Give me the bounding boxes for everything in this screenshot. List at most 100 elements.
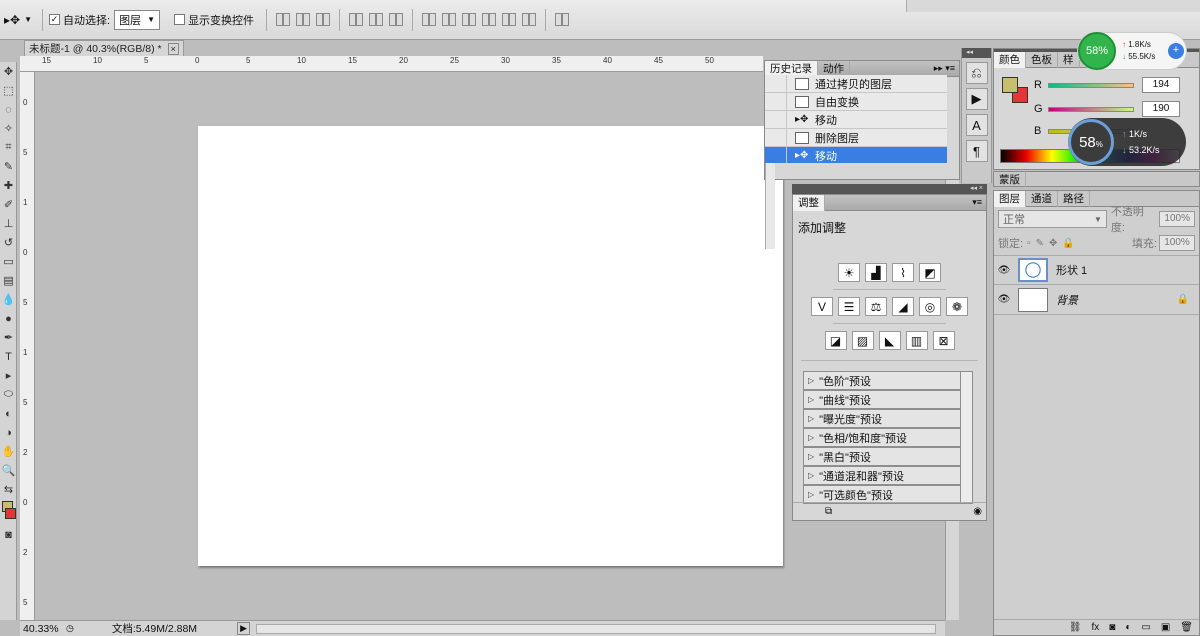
move-tool-icon[interactable]: ▸✥	[4, 13, 20, 27]
expand-triangle-icon[interactable]: ▷	[808, 395, 814, 404]
marquee-tool-icon[interactable]: ⬚	[0, 81, 17, 100]
layer-thumbnail[interactable]	[1018, 258, 1048, 282]
preset-item[interactable]: ▷ "通道混和器"预设	[803, 466, 961, 485]
brush-tool-icon[interactable]: ✐	[0, 195, 17, 214]
distribute-left-icon[interactable]	[482, 13, 497, 26]
collapse-bar[interactable]: ◂◂	[962, 48, 991, 58]
tab-layers[interactable]: 图层	[994, 190, 1026, 207]
fill-input[interactable]: 100%	[1159, 235, 1195, 251]
history-item[interactable]: 删除图层	[765, 128, 947, 147]
distribute-hcenter-icon[interactable]	[502, 13, 517, 26]
network-monitor-small[interactable]: 58% ↑ 1.8K/s ↓ 55.5K/s +	[1077, 32, 1187, 70]
levels-icon[interactable]: ▟	[865, 263, 887, 282]
distribute-bottom-icon[interactable]	[462, 13, 477, 26]
expand-triangle-icon[interactable]: ▷	[808, 433, 814, 442]
tab-color[interactable]: 颜色	[994, 51, 1026, 68]
gradient-map-icon[interactable]: ▥	[905, 331, 928, 350]
brightness-icon[interactable]: ☀	[838, 263, 860, 282]
clip-to-layer-icon[interactable]: ⧉	[825, 506, 832, 517]
channel-mixer-icon[interactable]: ❁	[946, 297, 968, 316]
tab-adjustments[interactable]: 调整	[793, 194, 825, 211]
network-monitor-large[interactable]: 58% ↑ 1K/s ↓ 53.2K/s	[1068, 118, 1186, 166]
g-slider[interactable]	[1048, 106, 1134, 112]
3d-orbit-icon[interactable]: ◑	[0, 423, 17, 442]
snapshot-box[interactable]	[765, 110, 787, 129]
r-value-input[interactable]: 194	[1142, 77, 1180, 93]
tool-preset-dropdown-icon[interactable]: ▼	[24, 15, 32, 24]
tab-channels[interactable]: 通道	[1026, 190, 1058, 207]
align-left-icon[interactable]	[349, 13, 364, 26]
eye-icon[interactable]: 👁	[994, 294, 1014, 305]
info-icon[interactable]: ◷	[66, 623, 74, 634]
expand-triangle-icon[interactable]: ▷	[808, 452, 814, 461]
layer-thumbnail[interactable]	[1018, 287, 1048, 312]
align-bottom-icon[interactable]	[316, 13, 331, 26]
panel-menu-icon[interactable]: ▾≡	[972, 197, 982, 208]
presets-scrollbar[interactable]	[961, 371, 973, 504]
hue-saturation-icon[interactable]: ☰	[838, 297, 860, 316]
lock-pixels-icon[interactable]: ✎	[1036, 238, 1044, 249]
status-menu-arrow-icon[interactable]: ▶	[237, 622, 250, 635]
align-hcenter-icon[interactable]	[369, 13, 384, 26]
history-item[interactable]: 通过拷贝的图层	[765, 75, 947, 93]
layer-row-background[interactable]: 👁 背景 🔒	[994, 285, 1199, 315]
auto-select-dropdown[interactable]: 图层 ▼	[114, 9, 161, 30]
paragraph-panel-button-icon[interactable]: ¶	[965, 140, 988, 162]
new-group-icon[interactable]: ▭	[1141, 622, 1150, 633]
snapshot-box[interactable]	[765, 128, 787, 147]
preset-item[interactable]: ▷ "黑白"预设	[803, 447, 961, 466]
tab-masks[interactable]: 蒙版	[994, 171, 1026, 187]
plus-badge-icon[interactable]: +	[1168, 43, 1184, 59]
history-panel-button-icon[interactable]: ⎌	[965, 62, 988, 84]
dodge-tool-icon[interactable]: ●	[0, 309, 17, 328]
color-balance-icon[interactable]: ⚖	[865, 297, 887, 316]
g-value-input[interactable]: 190	[1142, 101, 1180, 117]
gradient-tool-icon[interactable]: ▤	[0, 271, 17, 290]
expand-triangle-icon[interactable]: ▷	[808, 376, 814, 385]
threshold-icon[interactable]: ◣	[878, 331, 901, 350]
photo-filter-icon[interactable]: ◎	[919, 297, 941, 316]
background-color-swatch[interactable]	[5, 508, 16, 519]
stamp-tool-icon[interactable]: ⊥	[0, 214, 17, 233]
lasso-tool-icon[interactable]: ◌	[0, 100, 17, 119]
zoom-tool-icon[interactable]: 🔍	[0, 461, 17, 480]
zoom-level[interactable]: 40.33%	[20, 623, 60, 635]
shape-tool-icon[interactable]: ⬭	[0, 385, 17, 404]
path-select-icon[interactable]: ▸	[0, 366, 17, 385]
visibility-toggle-icon[interactable]: ◉	[973, 506, 982, 517]
history-scrollbar[interactable]	[765, 163, 775, 249]
quick-mask-icon[interactable]: ◙	[0, 525, 17, 544]
distribute-right-icon[interactable]	[522, 13, 537, 26]
black-white-icon[interactable]: ◢	[892, 297, 914, 316]
panel-collapse-bar[interactable]: ◂◂ ×	[792, 184, 987, 194]
snapshot-box[interactable]	[765, 146, 787, 163]
layer-row-shape[interactable]: 👁 形状 1	[994, 255, 1199, 285]
crescent-shape[interactable]	[198, 126, 783, 566]
lock-position-icon[interactable]: ✥	[1049, 238, 1057, 249]
magic-wand-icon[interactable]: ✧	[0, 119, 17, 138]
adjustment-layer-icon[interactable]: ◐	[1125, 622, 1131, 633]
preset-item[interactable]: ▷ "曝光度"预设	[803, 409, 961, 428]
expand-triangle-icon[interactable]: ▷	[808, 414, 814, 423]
panel-menu-icon[interactable]: ▸▸ ▾≡	[934, 63, 955, 74]
exposure-icon[interactable]: ◩	[919, 263, 941, 282]
align-vcenter-icon[interactable]	[296, 13, 311, 26]
close-icon[interactable]: ×	[167, 42, 179, 55]
hand-tool-icon[interactable]: ✋	[0, 442, 17, 461]
add-mask-icon[interactable]: ◙	[1109, 622, 1115, 633]
distribute-vcenter-icon[interactable]	[442, 13, 457, 26]
eye-icon[interactable]: 👁	[994, 265, 1014, 276]
fx-icon[interactable]: fx	[1092, 622, 1100, 633]
horizontal-scrollbar[interactable]	[255, 623, 936, 634]
history-item[interactable]: ▸✥ 移动	[765, 110, 947, 129]
snapshot-box[interactable]	[765, 92, 787, 111]
trash-icon[interactable]: 🗑	[1180, 622, 1193, 633]
align-top-icon[interactable]	[276, 13, 291, 26]
selective-color-icon[interactable]: ⊠	[932, 331, 955, 350]
3d-rotate-icon[interactable]: ◐	[0, 404, 17, 423]
lock-all-icon[interactable]: 🔒	[1062, 238, 1074, 249]
document-tab[interactable]: 未标题-1 @ 40.3%(RGB/8) * ×	[24, 40, 184, 56]
blur-tool-icon[interactable]: 💧	[0, 290, 17, 309]
eraser-tool-icon[interactable]: ▭	[0, 252, 17, 271]
invert-icon[interactable]: ◪	[824, 331, 847, 350]
